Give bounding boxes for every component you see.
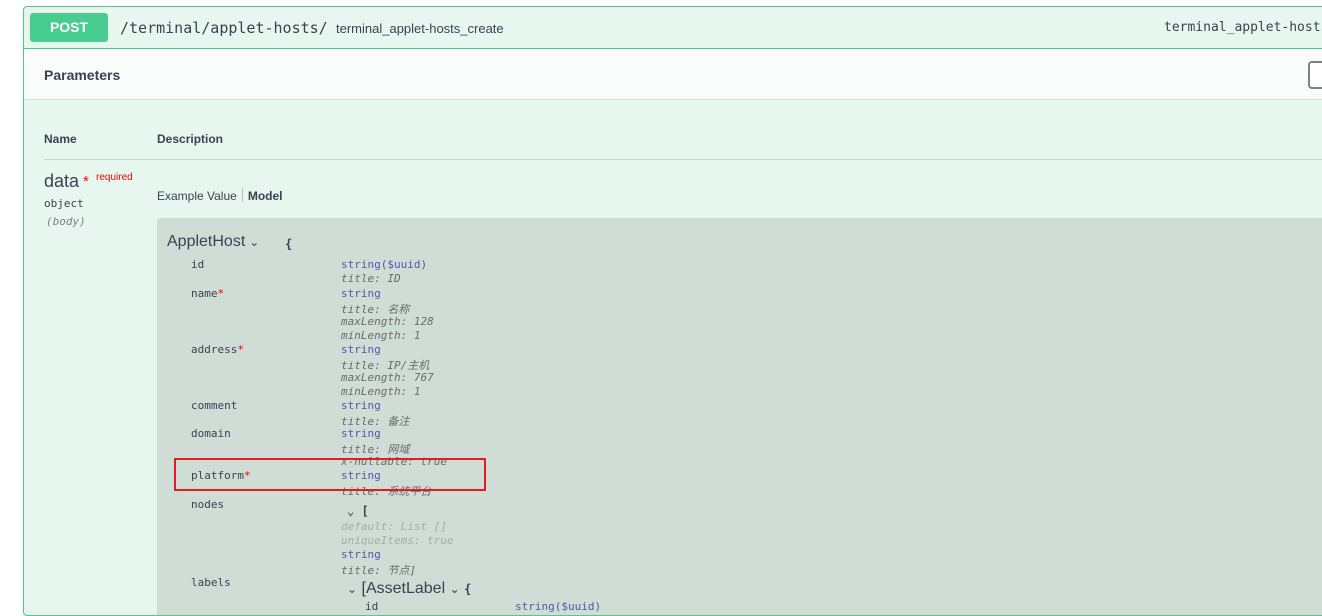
prop-type: string: [341, 399, 381, 412]
operation-path: /terminal/applet-hosts/: [120, 19, 328, 37]
operation-id: terminal_applet-hosts_create: [1164, 20, 1322, 35]
column-divider: [44, 159, 1322, 160]
prop-key-comment: comment: [191, 399, 238, 412]
prop-meta: minLength: 1: [341, 385, 421, 398]
required-label: required: [96, 172, 133, 183]
chevron-down-icon[interactable]: ⌄: [249, 235, 259, 249]
chevron-down-icon[interactable]: ⌄: [450, 582, 460, 596]
tab-separator: [241, 188, 243, 202]
chevron-down-icon[interactable]: ⌄: [347, 504, 354, 518]
prop-meta: maxLength: 128: [341, 315, 434, 328]
nodes-array-toggle[interactable]: ⌄ [: [347, 504, 369, 518]
nodes-item-title: title: 节点]: [341, 564, 416, 577]
prop-key-address: address*: [191, 343, 244, 356]
prop-key-id: id: [191, 258, 205, 271]
prop-type: string: [341, 287, 381, 300]
chevron-down-icon[interactable]: ⌄: [347, 582, 357, 596]
param-type: object: [44, 197, 84, 210]
prop-meta: maxLength: 767: [341, 371, 434, 384]
param-name: data: [44, 171, 80, 191]
column-name-header: Name: [44, 132, 77, 146]
labels-id-type: string($uuid): [515, 600, 602, 613]
parameters-header: Parameters: [24, 49, 1322, 100]
nodes-unique: uniqueItems: true: [341, 534, 454, 547]
prop-key-labels: labels: [191, 576, 231, 589]
try-it-out-button[interactable]: [1308, 61, 1322, 89]
model-open-brace: {: [285, 237, 293, 251]
nodes-default: default: List []: [341, 520, 447, 533]
nodes-item-type: string: [341, 548, 381, 561]
labels-model-name: [AssetLabel: [361, 580, 446, 597]
prop-key-name: name*: [191, 287, 225, 300]
param-location: (body): [46, 215, 86, 228]
prop-key-domain: domain: [191, 427, 231, 440]
post-operation-block: POST /terminal/applet-hosts/ terminal_ap…: [23, 6, 1322, 616]
labels-key-id: id: [365, 600, 379, 613]
operation-summary[interactable]: POST /terminal/applet-hosts/ terminal_ap…: [24, 7, 1322, 49]
prop-key-nodes: nodes: [191, 498, 225, 511]
prop-type: string($uuid): [341, 258, 428, 271]
prop-meta: title: ID: [341, 272, 401, 285]
example-model-tabs: Example Value Model: [157, 188, 283, 203]
prop-meta: minLength: 1: [341, 329, 421, 342]
model-title: AppletHost: [167, 233, 246, 250]
method-badge: POST: [30, 13, 108, 42]
prop-type: string: [341, 427, 381, 440]
operation-description: terminal_applet-hosts_create: [336, 21, 504, 36]
required-star: *: [83, 173, 89, 190]
model-box: AppletHost ⌄ { id string($uuid) title: ID…: [157, 218, 1322, 615]
labels-model-toggle[interactable]: ⌄ [AssetLabel ⌄ {: [347, 580, 471, 598]
column-description-header: Description: [157, 132, 224, 146]
platform-highlight-box: [174, 458, 486, 491]
model-name[interactable]: AppletHost ⌄: [167, 233, 259, 251]
prop-type: string: [341, 343, 381, 356]
tab-example-value[interactable]: Example Value: [157, 189, 237, 203]
parameters-title: Parameters: [44, 67, 121, 83]
tab-model[interactable]: Model: [248, 189, 283, 203]
